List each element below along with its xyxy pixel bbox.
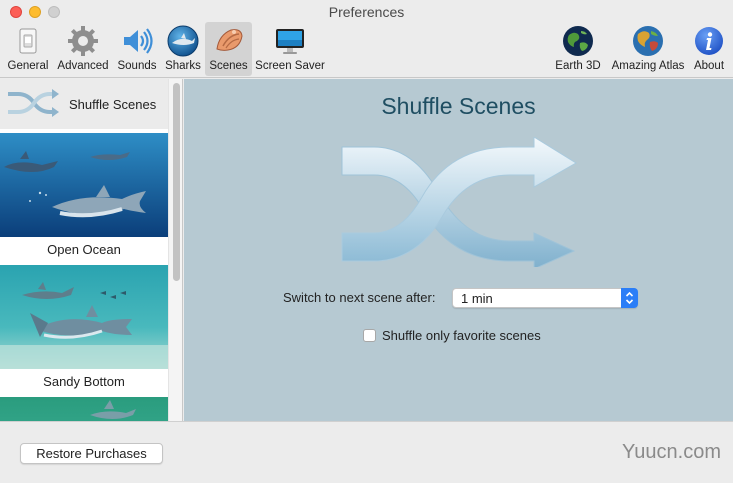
favorite-only-row[interactable]: Shuffle only favorite scenes: [363, 328, 541, 343]
tab-about[interactable]: About: [690, 22, 728, 76]
shuffle-icon: [6, 88, 60, 123]
speaker-icon: [120, 24, 154, 58]
watermark-text: Yuucn.com: [622, 441, 721, 463]
favorite-only-checkbox[interactable]: [363, 329, 376, 342]
conch-shell-icon: [212, 24, 246, 58]
tab-advanced[interactable]: Advanced: [55, 22, 111, 76]
scene-list-item-open-ocean[interactable]: Open Ocean: [0, 133, 168, 263]
tab-amazing-atlas-label: Amazing Atlas: [611, 60, 685, 72]
favorite-only-label: Shuffle only favorite scenes: [382, 328, 541, 343]
atlas-globe-icon: [631, 24, 665, 58]
scene-detail-panel: Shuffle Scenes Switch to next scene afte…: [184, 79, 733, 421]
updown-chevron-icon: [621, 288, 638, 308]
tab-general-label: General: [7, 60, 49, 72]
switch-interval-select[interactable]: 1 min: [452, 288, 638, 308]
scene-list-item-sandy-bottom[interactable]: Sandy Bottom: [0, 265, 168, 395]
tab-general[interactable]: General: [4, 22, 52, 76]
preferences-window: Preferences General Advanced Sounds Shar…: [0, 0, 733, 483]
tab-earth-3d-label: Earth 3D: [555, 60, 601, 72]
title-bar: Preferences: [0, 0, 733, 24]
scene-list-item-shuffle[interactable]: Shuffle Scenes: [0, 79, 168, 129]
globe-icon: [561, 24, 595, 58]
scene-list-item-third[interactable]: [0, 397, 168, 421]
sandy-bottom-label: Sandy Bottom: [0, 369, 168, 395]
tab-earth-3d[interactable]: Earth 3D: [553, 22, 603, 76]
shark-icon: [166, 24, 200, 58]
switch-interval-value: 1 min: [461, 291, 493, 306]
tab-amazing-atlas[interactable]: Amazing Atlas: [608, 22, 688, 76]
tab-scenes[interactable]: Scenes: [205, 22, 252, 76]
tab-scenes-label: Scenes: [209, 60, 248, 72]
info-icon: [692, 24, 726, 58]
tab-sharks-label: Sharks: [165, 60, 201, 72]
open-ocean-thumbnail: [0, 133, 168, 237]
scene-list-sidebar: Shuffle Scenes Open Ocean Sandy Bottom: [0, 79, 183, 421]
tab-sounds-label: Sounds: [117, 60, 157, 72]
open-ocean-label: Open Ocean: [0, 237, 168, 263]
tab-advanced-label: Advanced: [57, 60, 109, 72]
sandy-bottom-thumbnail: [0, 265, 168, 369]
gear-icon: [66, 24, 100, 58]
sidebar-scrollbar-thumb[interactable]: [173, 83, 180, 281]
tab-about-label: About: [693, 60, 725, 72]
sidebar-scrollbar[interactable]: [168, 79, 182, 421]
preferences-toolbar: General Advanced Sounds Sharks Scenes Sc…: [0, 22, 733, 78]
light-switch-icon: [11, 24, 45, 58]
window-title: Preferences: [328, 4, 405, 20]
tab-sounds[interactable]: Sounds: [114, 22, 160, 76]
shuffle-scenes-label: Shuffle Scenes: [69, 97, 157, 112]
tab-sharks[interactable]: Sharks: [162, 22, 204, 76]
tab-screen-saver[interactable]: Screen Saver: [254, 22, 326, 76]
bottom-bar: Restore Purchases Yuucn.com: [0, 421, 733, 483]
page-title: Shuffle Scenes: [381, 93, 536, 119]
switch-interval-label: Switch to next scene after:: [283, 290, 436, 305]
shuffle-arrows-icon: [338, 136, 578, 270]
tab-screen-saver-label: Screen Saver: [255, 60, 325, 72]
restore-purchases-button[interactable]: Restore Purchases: [20, 443, 163, 464]
monitor-icon: [273, 24, 307, 58]
third-scene-thumbnail: [0, 397, 168, 421]
